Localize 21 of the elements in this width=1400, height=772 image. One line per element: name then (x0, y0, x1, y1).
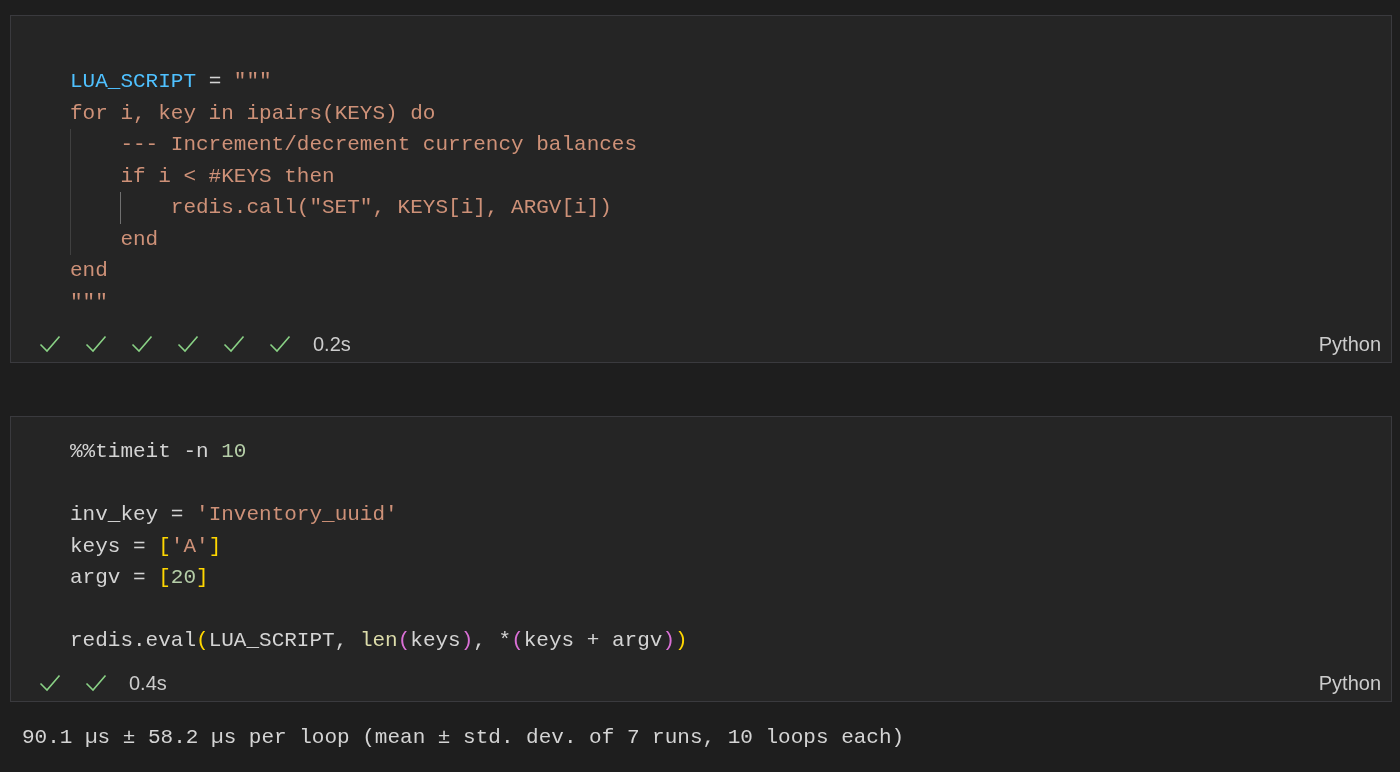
code-line: """ (70, 290, 108, 314)
language-label[interactable]: Python (1318, 667, 1381, 698)
language-label[interactable]: Python (1318, 329, 1381, 359)
code-line: --- Increment/decrement currency balances (120, 133, 638, 156)
code-line: for i, key in ipairs(KEYS) do (70, 101, 436, 125)
execution-time: 0.4s (129, 670, 167, 696)
code-cell[interactable]: %%timeit -n 10 inv_key = 'Inventory_uuid' keys = ['A'] argv = [20] redis.eval(LUA_SCRIPT, len(keys), *(keys + argv)) 0.4s Python (10, 416, 1392, 702)
code-line: LUA_SCRIPT = """ (70, 70, 272, 93)
code-line: end (120, 227, 159, 251)
code-line: end (70, 259, 108, 282)
code-line: redis.call("SET", KEYS[i], ARGV[i]) (170, 196, 612, 219)
code-line: keys = ['A'] (70, 534, 222, 558)
code-line: argv = [20] (70, 566, 209, 589)
code-line: inv_key = 'Inventory_uuid' (70, 503, 398, 526)
execution-time: 0.2s (313, 332, 351, 357)
code-cell[interactable]: LUA_SCRIPT = """ for i, key in ipairs(KEYS) do --- Increment/decrement currency balances if i < #KEYS then redis.call("SET", KEYS[i], ARGV[i]) end end """ 0.2s Python (10, 15, 1392, 363)
code-line: %%timeit -n 10 (70, 440, 247, 463)
code-line: redis.eval(LUA_SCRIPT, len(keys), *(keys + argv)) (70, 629, 688, 652)
code-line: if i < #KEYS then (120, 164, 335, 188)
cell-output: 90.1 µs ± 58.2 µs per loop (mean ± std. dev. of 7 runs, 10 loops each) (21, 724, 906, 751)
indent-guide (120, 192, 122, 224)
